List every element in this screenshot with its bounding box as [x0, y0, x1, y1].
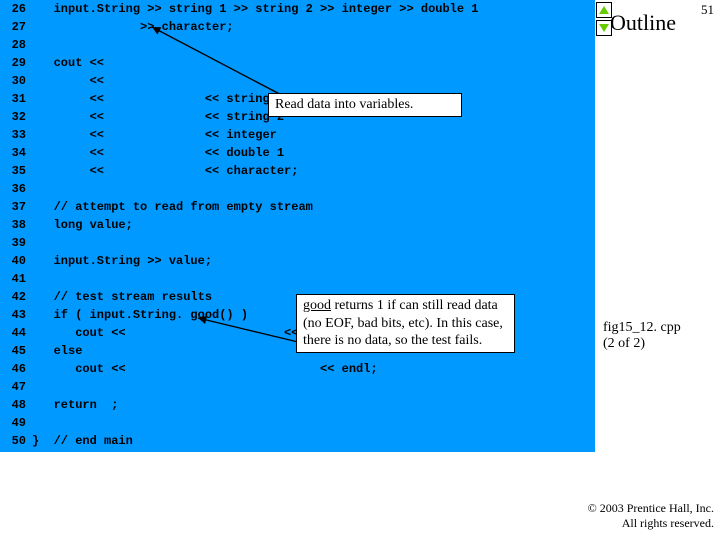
slide-number: 51	[701, 2, 714, 18]
line-number: 30	[0, 72, 32, 90]
code-line: 33 << << integer	[0, 126, 595, 144]
line-number: 36	[0, 180, 32, 198]
code-line: 48 return ;	[0, 396, 595, 414]
callout-text: returns 1 if can still read data (no EOF…	[303, 298, 503, 348]
code-line: 36	[0, 180, 595, 198]
code-text: cout <<	[32, 54, 104, 72]
code-text: } // end main	[32, 432, 133, 450]
line-number: 47	[0, 378, 32, 396]
code-line: 35 << << character;	[0, 162, 595, 180]
code-line: 29 cout <<	[0, 54, 595, 72]
line-number: 31	[0, 90, 32, 108]
line-number: 45	[0, 342, 32, 360]
line-number: 27	[0, 18, 32, 36]
copyright-line2: All rights reserved.	[588, 516, 714, 532]
figure-label-line1: fig15_12. cpp	[603, 320, 681, 336]
code-line: 49	[0, 414, 595, 432]
code-text: cout << << endl;	[32, 360, 378, 378]
line-number: 44	[0, 324, 32, 342]
outline-heading: Outline	[610, 10, 676, 36]
copyright: © 2003 Prentice Hall, Inc. All rights re…	[588, 501, 714, 532]
line-number: 28	[0, 36, 32, 54]
code-line: 28	[0, 36, 595, 54]
callout-good-keyword: good	[303, 298, 331, 313]
code-line: 39	[0, 234, 595, 252]
line-number: 39	[0, 234, 32, 252]
figure-label: fig15_12. cpp (2 of 2)	[603, 320, 681, 352]
line-number: 43	[0, 306, 32, 324]
line-number: 32	[0, 108, 32, 126]
code-text: // attempt to read from empty stream	[32, 198, 313, 216]
code-text: << << string 1	[32, 90, 284, 108]
line-number: 35	[0, 162, 32, 180]
line-number: 33	[0, 126, 32, 144]
line-number: 46	[0, 360, 32, 378]
code-text: // test stream results	[32, 288, 212, 306]
line-number: 34	[0, 144, 32, 162]
code-text: input.String >> value;	[32, 252, 212, 270]
line-number: 29	[0, 54, 32, 72]
code-text: << << string 2	[32, 108, 284, 126]
line-number: 49	[0, 414, 32, 432]
code-text: <<	[32, 72, 104, 90]
code-panel: 26 input.String >> string 1 >> string 2 …	[0, 0, 595, 452]
code-line: 26 input.String >> string 1 >> string 2 …	[0, 0, 595, 18]
code-text: input.String >> string 1 >> string 2 >> …	[32, 0, 478, 18]
code-line: 50} // end main	[0, 432, 595, 450]
code-line: 27 >> character;	[0, 18, 595, 36]
line-number: 41	[0, 270, 32, 288]
code-line: 30 <<	[0, 72, 595, 90]
line-number: 42	[0, 288, 32, 306]
code-text: << << integer	[32, 126, 277, 144]
code-text: return ;	[32, 396, 118, 414]
code-text: << << character;	[32, 162, 298, 180]
line-number: 38	[0, 216, 32, 234]
callout-good-returns: good returns 1 if can still read data (n…	[296, 294, 515, 353]
figure-label-line2: (2 of 2)	[603, 336, 681, 352]
code-line: 40 input.String >> value;	[0, 252, 595, 270]
callout-text: Read data into variables.	[275, 97, 413, 112]
code-line: 34 << << double 1	[0, 144, 595, 162]
code-text: else	[32, 342, 82, 360]
code-line: 46 cout << << endl;	[0, 360, 595, 378]
line-number: 26	[0, 0, 32, 18]
line-number: 48	[0, 396, 32, 414]
copyright-line1: © 2003 Prentice Hall, Inc.	[588, 501, 714, 517]
code-line: 41	[0, 270, 595, 288]
code-line: 47	[0, 378, 595, 396]
code-line: 38 long value;	[0, 216, 595, 234]
code-text: << << double 1	[32, 144, 284, 162]
line-number: 50	[0, 432, 32, 450]
code-text: >> character;	[32, 18, 234, 36]
line-number: 37	[0, 198, 32, 216]
callout-read-data: Read data into variables.	[268, 93, 462, 117]
code-text: if ( input.String. good() )	[32, 306, 248, 324]
code-line: 37 // attempt to read from empty stream	[0, 198, 595, 216]
code-text: long value;	[32, 216, 133, 234]
line-number: 40	[0, 252, 32, 270]
